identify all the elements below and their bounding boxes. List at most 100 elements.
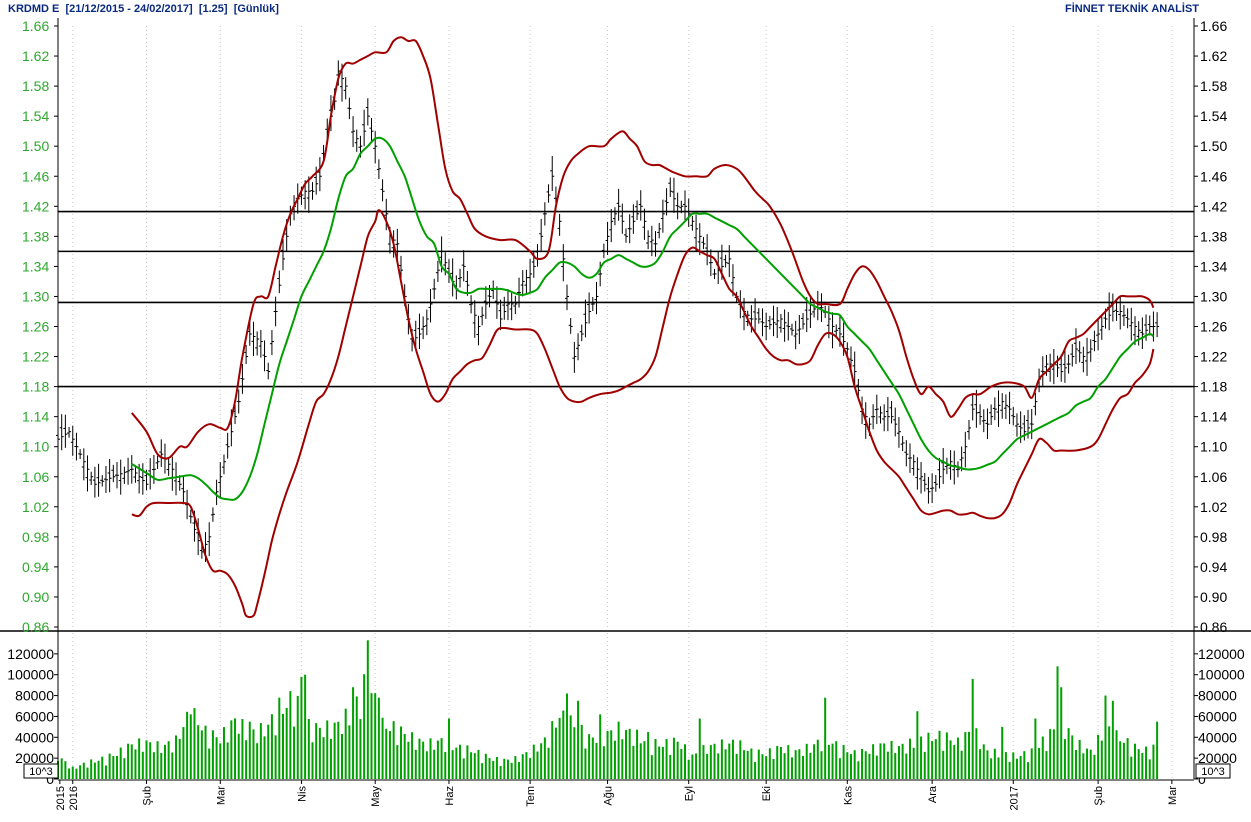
price-bar: [365, 98, 370, 126]
volume-bar: [990, 758, 993, 779]
middle-band-line: [131, 136, 1155, 501]
volume-bar: [1111, 700, 1114, 779]
volume-bar: [1122, 742, 1125, 779]
volume-bar: [1119, 741, 1122, 779]
price-bar: [461, 250, 466, 282]
price-bar: [635, 200, 640, 221]
price-bar: [122, 466, 127, 484]
price-bar: [89, 471, 94, 486]
volume-bar: [584, 748, 587, 779]
volume-bar: [167, 741, 170, 779]
price-bar: [343, 77, 348, 100]
y-tick-label-right: 0.94: [1200, 559, 1227, 575]
volume-bar: [388, 731, 391, 779]
price-bar: [815, 290, 820, 321]
price-bar: [926, 476, 931, 504]
volume-bar: [259, 723, 262, 779]
volume-bar: [237, 733, 240, 779]
price-bar: [1140, 317, 1145, 350]
y-tick-label-right: 1.34: [1200, 258, 1227, 274]
volume-bar: [492, 760, 495, 779]
volume-bar: [234, 718, 237, 779]
price-bar: [583, 299, 588, 338]
volume-bar: [400, 726, 403, 779]
x-tick-label: Ara: [927, 785, 939, 803]
volume-bar: [540, 743, 543, 779]
volume-bar: [156, 741, 159, 779]
y-tick-label-right: 1.02: [1200, 499, 1227, 515]
price-bar: [1040, 356, 1045, 387]
price-bar: [251, 321, 256, 357]
price-bar: [535, 244, 540, 267]
price-bar: [889, 400, 894, 424]
x-tick-label: Eki: [761, 786, 773, 801]
volume-bar: [968, 731, 971, 779]
volume-bar: [1063, 739, 1066, 779]
y-tick-label-right: 1.14: [1200, 409, 1227, 425]
price-bar: [723, 254, 728, 268]
price-bar: [92, 466, 97, 498]
price-bar: [1155, 312, 1160, 338]
y-tick-label-left: 1.66: [22, 18, 49, 34]
volume-bar: [422, 741, 425, 779]
price-bar: [78, 449, 83, 460]
price-bar: [59, 414, 64, 451]
price-bar: [683, 190, 688, 221]
price-bar: [155, 455, 160, 470]
x-tick-label: Mar: [1167, 786, 1179, 805]
volume-bar: [392, 721, 395, 779]
volume-bar: [827, 744, 830, 779]
volume-bar: [1038, 747, 1041, 779]
upper-band-line: [131, 36, 1155, 460]
volume-bar: [658, 746, 661, 779]
price-bar: [74, 432, 79, 461]
volume-bar: [484, 753, 487, 779]
volume-bar: [263, 736, 266, 779]
volume-bar: [138, 738, 141, 779]
price-bar: [140, 463, 145, 495]
y-tick-label-right: 1.42: [1200, 198, 1227, 214]
volume-bar: [591, 737, 594, 779]
volume-bar: [805, 743, 808, 779]
price-bar: [579, 324, 584, 342]
price-bar: [1110, 293, 1115, 322]
x-tick-label: Eyl: [684, 786, 696, 801]
price-bar: [963, 431, 968, 468]
price-bar: [472, 300, 477, 338]
volume-bar: [794, 750, 797, 779]
vol-tick-label-left: 100000: [7, 667, 54, 683]
price-bar: [458, 268, 463, 288]
volume-bar: [385, 728, 388, 779]
volume-bar: [274, 735, 277, 779]
volume-bar: [396, 745, 399, 779]
price-bar: [974, 389, 979, 428]
volume-bar: [97, 760, 100, 779]
price-bar: [207, 522, 212, 557]
volume-bar: [790, 757, 793, 779]
volume-bar: [326, 720, 329, 779]
y-tick-label-left: 1.02: [22, 499, 49, 515]
price-bar: [1151, 311, 1156, 342]
volume-bar: [252, 729, 255, 779]
volume-bar: [787, 745, 790, 779]
volume-bar: [621, 739, 624, 779]
price-bar: [620, 203, 625, 234]
price-bar: [266, 362, 271, 380]
volume-bar: [197, 725, 200, 779]
vol-tick-label-left: 60000: [15, 708, 54, 724]
price-bar: [351, 116, 356, 148]
price-bar: [801, 313, 806, 330]
volume-bar: [529, 758, 532, 779]
volume-bar: [894, 753, 897, 779]
price-bar: [115, 462, 120, 489]
volume-bar: [127, 743, 130, 779]
volume-bar: [270, 714, 273, 779]
volume-bar: [702, 745, 705, 779]
volume-bar: [986, 750, 989, 779]
x-tick-label: Nis: [296, 786, 308, 802]
volume-bar: [152, 752, 155, 779]
volume-bar: [75, 768, 78, 779]
y-tick-label-right: 1.06: [1200, 469, 1227, 485]
volume-bar: [927, 732, 930, 779]
price-bar: [955, 461, 960, 478]
